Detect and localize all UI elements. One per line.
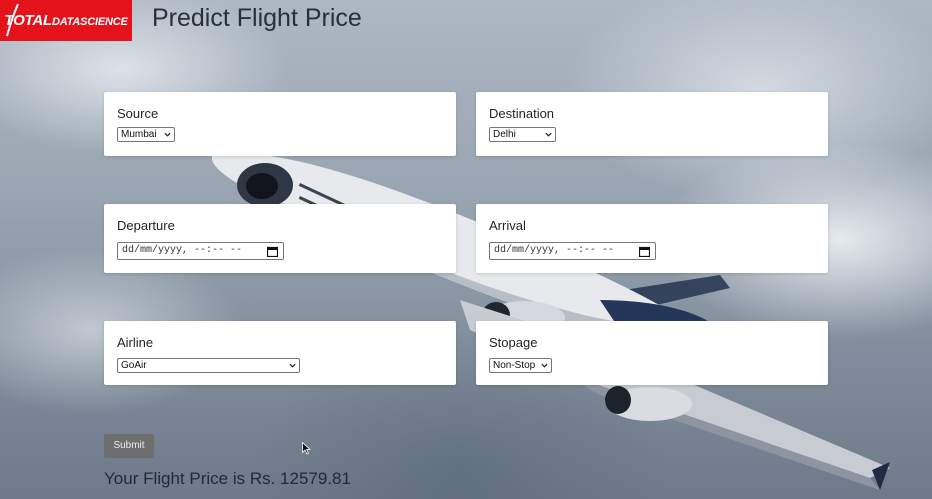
stopage-select-value: Non-Stop <box>493 360 536 371</box>
page-title: Predict Flight Price <box>152 4 362 32</box>
arrival-card: Arrival dd/mm/yyyy, --:-- -- <box>476 204 828 273</box>
swoosh-icon <box>6 3 19 37</box>
arrival-label: Arrival <box>489 218 526 233</box>
departure-card: Departure dd/mm/yyyy, --:-- -- <box>104 204 456 273</box>
airline-select-value: GoAir <box>121 360 147 371</box>
departure-datetime-input[interactable]: dd/mm/yyyy, --:-- -- <box>117 242 284 260</box>
airline-select[interactable]: GoAir <box>117 358 300 373</box>
chevron-down-icon <box>545 132 552 137</box>
chevron-down-icon <box>289 363 296 368</box>
cursor-icon <box>302 442 311 455</box>
arrival-datetime-input[interactable]: dd/mm/yyyy, --:-- -- <box>489 242 656 260</box>
logo-text: TOTALDATASCIENCE <box>4 12 127 29</box>
chevron-down-icon <box>541 363 548 368</box>
airline-label: Airline <box>117 335 154 350</box>
departure-datetime-value: dd/mm/yyyy, --:-- -- <box>122 245 243 256</box>
stopage-select[interactable]: Non-Stop <box>489 358 552 373</box>
destination-card: Destination Delhi <box>476 92 828 156</box>
prediction-result: Your Flight Price is Rs. 12579.81 <box>104 469 351 488</box>
chevron-down-icon <box>164 132 171 137</box>
source-select[interactable]: Mumbai <box>117 127 175 142</box>
source-card: Source Mumbai <box>104 92 456 156</box>
destination-label: Destination <box>489 106 555 121</box>
brand-logo[interactable]: TOTALDATASCIENCE <box>0 0 132 41</box>
airline-card: Airline GoAir <box>104 321 456 385</box>
arrival-datetime-value: dd/mm/yyyy, --:-- -- <box>494 245 615 256</box>
stopage-label: Stopage <box>489 335 538 350</box>
destination-select-value: Delhi <box>493 129 516 140</box>
logo-brand-sub: DATASCIENCE <box>51 16 128 28</box>
calendar-icon[interactable] <box>267 246 278 257</box>
destination-select[interactable]: Delhi <box>489 127 556 142</box>
departure-label: Departure <box>117 218 175 233</box>
calendar-icon[interactable] <box>639 246 650 257</box>
source-select-value: Mumbai <box>121 129 157 140</box>
source-label: Source <box>117 106 159 121</box>
submit-button[interactable]: Submit <box>104 434 154 458</box>
stopage-card: Stopage Non-Stop <box>476 321 828 385</box>
